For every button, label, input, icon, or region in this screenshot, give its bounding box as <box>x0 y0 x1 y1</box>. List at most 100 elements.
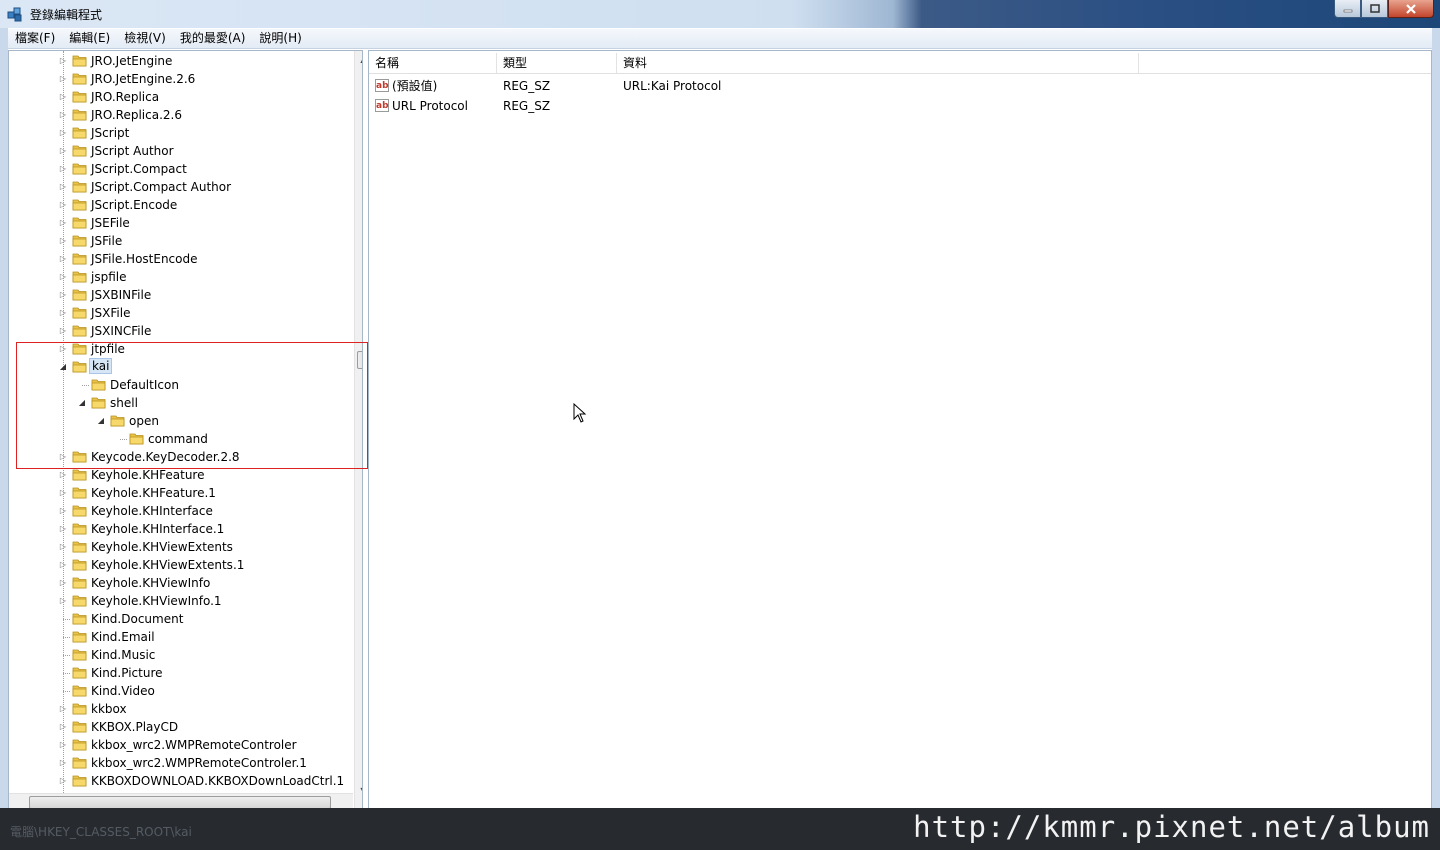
tree-item[interactable]: ▷ Keyhole.KHViewInfo <box>9 574 347 592</box>
column-header-name[interactable]: 名稱 <box>369 53 497 73</box>
expand-arrow-icon[interactable]: ▷ <box>58 126 68 140</box>
column-header-type[interactable]: 類型 <box>497 53 617 73</box>
tree-item[interactable]: Kind.Document <box>9 610 347 628</box>
tree-item[interactable]: ▷ KKBOX.PlayCD <box>9 718 347 736</box>
expand-arrow-icon[interactable]: ▷ <box>58 558 68 572</box>
tree-item[interactable]: Kind.Music <box>9 646 347 664</box>
tree-item-label: Keyhole.KHViewInfo <box>91 576 211 590</box>
expand-arrow-icon[interactable]: ▷ <box>58 576 68 590</box>
tree-item[interactable]: ▷ JRO.Replica.2.6 <box>9 106 347 124</box>
expand-arrow-icon[interactable]: ▷ <box>58 162 68 176</box>
tree-item[interactable]: ▷ JSXBINFile <box>9 286 347 304</box>
tree-item[interactable]: ▷ Keyhole.KHViewInfo.1 <box>9 592 347 610</box>
tree-item[interactable]: ▷ Keyhole.KHInterface.1 <box>9 520 347 538</box>
scroll-up-arrow-icon[interactable]: ▲ <box>355 51 362 68</box>
expand-arrow-icon[interactable]: ▷ <box>58 234 68 248</box>
expand-arrow-icon[interactable]: ▷ <box>58 738 68 752</box>
tree-item[interactable]: ▷ jspfile <box>9 268 347 286</box>
expand-arrow-icon[interactable]: ▷ <box>58 288 68 302</box>
folder-icon <box>72 198 87 211</box>
minimize-button[interactable] <box>1334 0 1361 18</box>
tree-item[interactable]: Kind.Picture <box>9 664 347 682</box>
tree-item[interactable]: ▷ kkbox_wrc2.WMPRemoteControler <box>9 736 347 754</box>
expand-arrow-icon[interactable]: ▷ <box>58 540 68 554</box>
folder-icon <box>72 468 87 481</box>
tree-item[interactable]: ▷ JSFile.HostEncode <box>9 250 347 268</box>
expand-arrow-icon[interactable]: ▷ <box>58 774 68 788</box>
expand-arrow-icon[interactable]: ▷ <box>58 108 68 122</box>
tree-item-label: Keyhole.KHFeature <box>91 468 205 482</box>
column-header-data[interactable]: 資料 <box>617 53 1139 73</box>
scroll-down-arrow-icon[interactable]: ▼ <box>355 782 362 799</box>
expand-arrow-icon[interactable]: ▷ <box>58 594 68 608</box>
tree-item[interactable]: ▷ JSEFile <box>9 214 347 232</box>
expand-arrow-icon[interactable]: ▷ <box>58 720 68 734</box>
tree-connector <box>63 673 70 674</box>
folder-icon <box>72 558 87 571</box>
tree-item[interactable]: ▷ JRO.JetEngine <box>9 52 347 70</box>
tree-item[interactable]: Kind.Video <box>9 682 347 700</box>
expand-arrow-icon[interactable]: ▷ <box>58 216 68 230</box>
string-value-icon: ab <box>375 79 389 92</box>
value-row[interactable]: ab URL Protocol REG_SZ <box>369 96 1431 116</box>
expand-arrow-icon[interactable]: ▷ <box>58 72 68 86</box>
expand-arrow-icon[interactable]: ▷ <box>58 198 68 212</box>
folder-icon <box>72 144 87 157</box>
expand-arrow-icon[interactable]: ▷ <box>58 756 68 770</box>
folder-icon <box>72 756 87 769</box>
folder-icon <box>72 738 87 751</box>
expand-arrow-icon[interactable]: ▷ <box>58 252 68 266</box>
tree-item[interactable]: ▷ JSFile <box>9 232 347 250</box>
tree-item-label: JSFile <box>91 234 123 248</box>
menu-favorites[interactable]: 我的最愛(A) <box>173 29 253 48</box>
registry-values-list[interactable]: 名稱 類型 資料 ab (預設值) REG_SZ URL:Kai Protoco… <box>368 50 1432 810</box>
tree-item[interactable]: ▷ JScript.Encode <box>9 196 347 214</box>
menu-edit[interactable]: 編輯(E) <box>62 29 117 48</box>
maximize-button[interactable] <box>1361 0 1388 18</box>
tree-item[interactable]: ▷ Keyhole.KHViewExtents <box>9 538 347 556</box>
expand-arrow-icon[interactable]: ▷ <box>58 468 68 482</box>
expand-arrow-icon[interactable]: ▷ <box>58 702 68 716</box>
list-header: 名稱 類型 資料 <box>369 53 1431 74</box>
window-frame-right <box>1432 28 1440 818</box>
tree-item[interactable]: ▷ Keyhole.KHInterface <box>9 502 347 520</box>
tree-item[interactable]: ▷ KKBOXDOWNLOAD.KKBOXDownLoadCtrl.1 <box>9 772 347 790</box>
expand-arrow-icon[interactable]: ▷ <box>58 324 68 338</box>
tree-item[interactable]: ▷ JScript.Compact Author <box>9 178 347 196</box>
menu-bar: 檔案(F) 編輯(E) 檢視(V) 我的最愛(A) 說明(H) <box>8 29 1432 49</box>
expand-arrow-icon[interactable]: ▷ <box>58 90 68 104</box>
tree-item[interactable]: ▷ Keyhole.KHFeature.1 <box>9 484 347 502</box>
expand-arrow-icon[interactable]: ▷ <box>58 486 68 500</box>
expand-arrow-icon[interactable]: ▷ <box>58 270 68 284</box>
tree-item-label: Keyhole.KHInterface.1 <box>91 522 225 536</box>
tree-item[interactable]: ▷ JSXFile <box>9 304 347 322</box>
tree-item[interactable]: ▷ kkbox <box>9 700 347 718</box>
tree-item[interactable]: ▷ Keyhole.KHViewExtents.1 <box>9 556 347 574</box>
menu-help[interactable]: 說明(H) <box>252 29 308 48</box>
minimize-icon <box>1343 9 1352 12</box>
tree-item[interactable]: ▷ JScript.Compact <box>9 160 347 178</box>
folder-icon <box>72 648 87 661</box>
status-key-path: 電腦\HKEY_CLASSES_ROOT\kai <box>10 825 192 839</box>
folder-icon <box>72 252 87 265</box>
expand-arrow-icon[interactable]: ▷ <box>58 306 68 320</box>
tree-item[interactable]: ▷ JRO.Replica <box>9 88 347 106</box>
close-button[interactable] <box>1388 0 1434 18</box>
expand-arrow-icon[interactable]: ▷ <box>58 180 68 194</box>
tree-item-label: JRO.Replica <box>91 90 160 104</box>
menu-view[interactable]: 檢視(V) <box>117 29 173 48</box>
tree-item[interactable]: ▷ JRO.JetEngine.2.6 <box>9 70 347 88</box>
tree-item[interactable]: ▷ JSXINCFile <box>9 322 347 340</box>
expand-arrow-icon[interactable]: ▷ <box>58 504 68 518</box>
expand-arrow-icon[interactable]: ▷ <box>58 144 68 158</box>
expand-arrow-icon[interactable]: ▷ <box>58 54 68 68</box>
menu-file[interactable]: 檔案(F) <box>8 29 62 48</box>
tree-item[interactable]: ▷ JScript <box>9 124 347 142</box>
tree-item[interactable]: ▷ kkbox_wrc2.WMPRemoteControler.1 <box>9 754 347 772</box>
tree-item-label: KKBOXDOWNLOAD.KKBOXDownLoadCtrl.1 <box>91 774 345 788</box>
value-type: REG_SZ <box>503 79 551 93</box>
expand-arrow-icon[interactable]: ▷ <box>58 522 68 536</box>
value-row[interactable]: ab (預設值) REG_SZ URL:Kai Protocol <box>369 76 1431 96</box>
tree-item[interactable]: Kind.Email <box>9 628 347 646</box>
tree-item[interactable]: ▷ JScript Author <box>9 142 347 160</box>
